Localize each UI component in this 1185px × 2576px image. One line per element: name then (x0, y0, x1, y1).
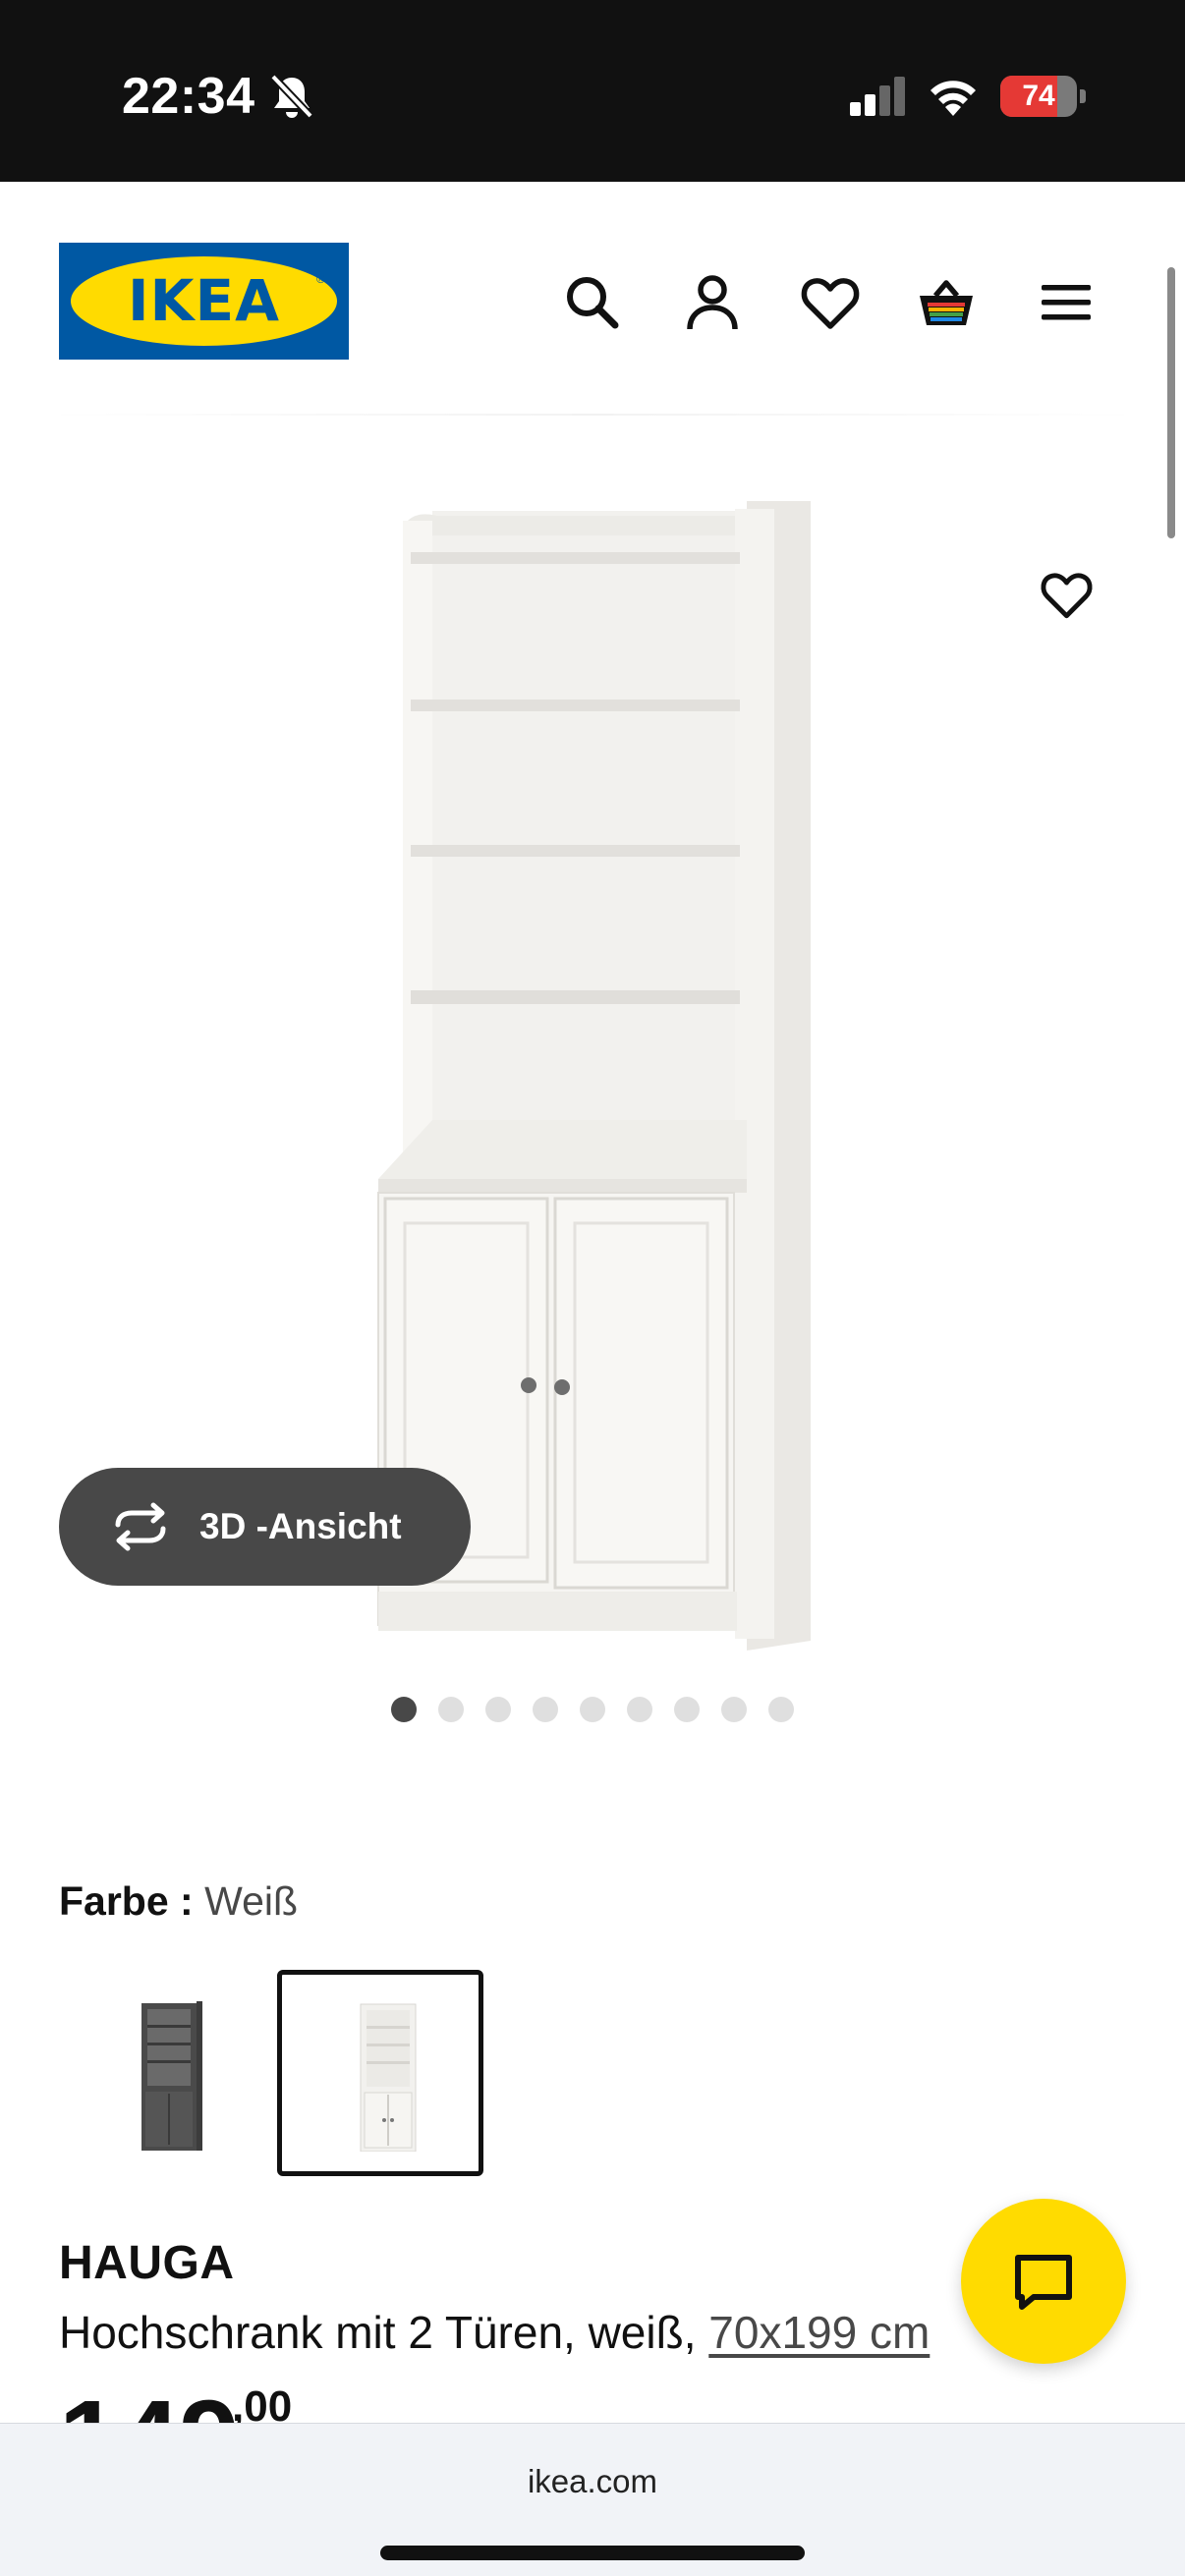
page-scrollbar[interactable] (1167, 267, 1175, 538)
status-time: 22:34 (122, 68, 255, 125)
signal-icon (850, 77, 905, 116)
pager-dot[interactable] (391, 1697, 417, 1722)
account-icon[interactable] (682, 272, 743, 333)
header-divider (39, 414, 1146, 416)
color-value: Weiß (204, 1878, 299, 1924)
color-label: Farbe : (59, 1878, 194, 1924)
pager-dot[interactable] (627, 1697, 652, 1722)
browser-url-bar[interactable]: ikea.com (0, 2423, 1185, 2576)
image-pager[interactable] (391, 1697, 794, 1722)
pager-dot[interactable] (674, 1697, 700, 1722)
ikea-logo[interactable]: IKEA ® (59, 243, 349, 360)
price: 149 ,00 (59, 2385, 452, 2425)
site-header: IKEA ® (0, 182, 1185, 418)
color-selection: Farbe : Weiß (59, 1878, 298, 1925)
cart-icon[interactable] (916, 272, 977, 333)
pager-dot[interactable] (721, 1697, 747, 1722)
price-main: 149 (59, 2385, 240, 2425)
heart-icon (1041, 573, 1093, 619)
swatch-white[interactable] (277, 1970, 483, 2176)
pager-dot[interactable] (485, 1697, 511, 1722)
product-name: HAUGA (59, 2237, 235, 2289)
view-3d-button[interactable]: 3D -Ansicht (59, 1468, 471, 1586)
battery-label: 74 (1022, 80, 1055, 112)
swatch-grey[interactable] (71, 1970, 277, 2176)
rotate-3d-icon (115, 1502, 166, 1551)
price-cents: ,00 (232, 2385, 293, 2425)
menu-icon[interactable] (1036, 272, 1097, 333)
favorites-icon[interactable] (800, 272, 861, 333)
image-favorite-button[interactable] (1012, 545, 1120, 644)
product-description-text: Hochschrank mit 2 Türen, weiß, (59, 2307, 709, 2358)
search-icon[interactable] (562, 272, 623, 333)
view-3d-label: 3D -Ansicht (199, 1506, 402, 1546)
pager-dot[interactable] (438, 1697, 464, 1722)
battery-indicator: 74 (1000, 76, 1086, 117)
product-size-link[interactable]: 70x199 cm (708, 2307, 930, 2358)
wifi-icon (931, 81, 976, 116)
bell-slash-icon (270, 74, 313, 119)
chat-button[interactable] (961, 2199, 1126, 2364)
url-text[interactable]: ikea.com (0, 2463, 1185, 2500)
chat-icon (1015, 2255, 1072, 2310)
pager-dot[interactable] (580, 1697, 605, 1722)
logo-text: IKEA (127, 267, 281, 334)
product-description: Hochschrank mit 2 Türen, weiß, 70x199 cm (59, 2306, 930, 2359)
pager-dot[interactable] (533, 1697, 558, 1722)
status-bar: 22:34 74 (0, 0, 1185, 182)
pager-dot[interactable] (768, 1697, 794, 1722)
home-indicator[interactable] (380, 2546, 805, 2560)
